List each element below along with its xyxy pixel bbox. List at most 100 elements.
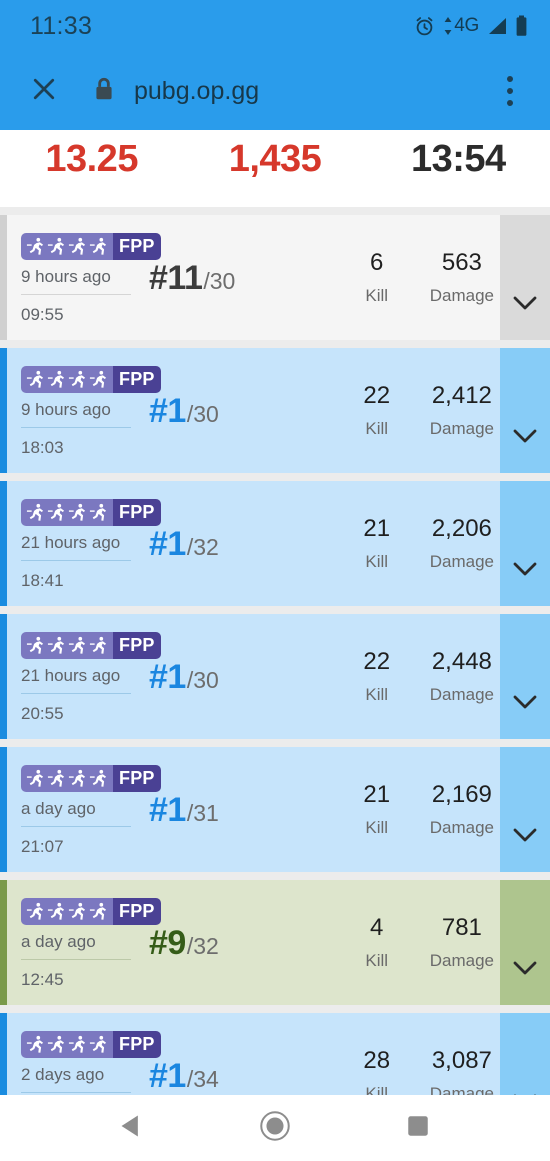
match-card[interactable]: FPP a day ago 12:45 #9/32 4 Kill 781 Damage [0,880,550,1005]
perspective-label: FPP [113,631,161,659]
battery-full-icon [515,15,528,37]
match-stats: 22 Kill 2,412 Damage [346,382,500,440]
match-list-scroll[interactable]: FPP 9 hours ago 09:55 #11/30 6 Kill 563 Damage F… [0,207,550,1095]
match-card[interactable]: FPP2 days ago22:01#1/3428Kill3,087Damage [0,1013,550,1095]
match-card[interactable]: FPP 9 hours ago 18:03 #1/30 22 Kill 2,412 Damag… [0,348,550,473]
kill-label: Kill [365,951,389,971]
expand-match-button[interactable] [500,215,550,340]
match-card-body[interactable]: FPP 9 hours ago 18:03 #1/30 22 Kill 2,412 Damag… [7,348,500,473]
match-local-time: 20:55 [21,703,64,723]
meta-divider [21,692,131,694]
expand-match-button[interactable] [500,747,550,872]
result-stripe [0,747,7,872]
damage-amount: 2,206 [431,514,492,542]
kill-stat: 22 Kill [346,648,408,706]
kill-stat: 28 Kill [346,1047,408,1095]
match-card[interactable]: FPP a day ago 21:07 #1/31 21 Kill 2,169 Damage [0,747,550,872]
game-mode-badge: FPP [21,764,161,792]
result-stripe [0,880,7,1005]
kill-count: 22 [363,381,391,409]
status-icon-group: 4G [413,15,528,38]
nav-home-button[interactable] [245,1103,305,1153]
damage-amount: 2,448 [431,647,492,675]
match-card[interactable]: FPP 21 hours ago 20:55 #1/30 22 Kill 2,448 Dama… [0,614,550,739]
damage-label: Damage [429,685,494,705]
alarm-clock-icon [413,15,436,38]
stat-damage: Damage 1,435 [183,130,366,180]
game-mode-badge: FPP [21,1030,161,1058]
kill-label: Kill [365,286,389,306]
meta-divider [21,426,131,428]
kill-label: Kill [365,419,389,439]
kill-stat: 21 Kill [346,781,408,839]
stat-value: 13:54 [410,138,506,180]
expand-match-button[interactable] [500,614,550,739]
rank-total-players: /31 [186,800,219,826]
kill-count: 22 [363,647,391,675]
recents-square-icon [405,1113,431,1144]
match-local-time: 12:45 [21,969,64,989]
rank-total-players: /30 [186,401,219,427]
site-security-indicator[interactable] [84,76,124,107]
rank-total-players: /32 [186,933,219,959]
result-stripe [0,1013,7,1095]
overflow-menu-icon[interactable] [488,69,532,113]
match-card-body[interactable]: FPP2 days ago22:01#1/3428Kill3,087Damage [7,1013,500,1095]
lock-icon [93,76,115,107]
match-local-time: 18:03 [21,437,64,457]
damage-label: Damage [429,818,494,838]
damage-stat: 2,412 Damage [430,382,494,440]
match-card[interactable]: FPP 21 hours ago 18:41 #1/32 21 Kill 2,206 Dama… [0,481,550,606]
close-icon [29,74,59,109]
expand-match-button[interactable] [500,1013,550,1095]
meta-divider [21,825,131,827]
game-mode-badge: FPP [21,365,161,393]
rank-total-players: /30 [186,667,219,693]
game-mode-badge: FPP [21,631,161,659]
match-meta: FPP2 days ago22:01 [21,1029,161,1096]
damage-stat: 2,448 Damage [430,648,494,706]
kill-label: Kill [365,685,389,705]
match-card[interactable]: FPP 9 hours ago 09:55 #11/30 6 Kill 563 Damage [0,215,550,340]
kill-label: Kill [365,818,389,838]
match-rank: #1/34 [141,1057,346,1095]
signal-bars-icon [486,16,508,36]
four-runners-icon [21,764,113,792]
match-card-body[interactable]: FPP 9 hours ago 09:55 #11/30 6 Kill 563 Damage [7,215,500,340]
match-card-body[interactable]: FPP 21 hours ago 18:41 #1/32 21 Kill 2,206 Dama… [7,481,500,606]
kill-count: 6 [370,248,384,276]
url-display[interactable]: pubg.op.gg [134,77,488,106]
rank-placement: #1 [149,525,186,563]
match-card-body[interactable]: FPP 21 hours ago 20:55 #1/30 22 Kill 2,448 Dama… [7,614,500,739]
match-card-body[interactable]: FPP a day ago 21:07 #1/31 21 Kill 2,169 Damage [7,747,500,872]
damage-stat: 3,087 Damage [430,1047,494,1095]
match-meta: FPP 21 hours ago 18:41 [21,497,161,591]
kill-label: Kill [365,1084,389,1095]
browser-toolbar: pubg.op.gg [0,52,550,130]
match-relative-time: a day ago [21,931,96,951]
kill-count: 4 [370,913,384,941]
match-relative-time: 2 days ago [21,1064,105,1084]
nav-back-button[interactable] [102,1103,162,1153]
close-button[interactable] [22,69,66,113]
damage-stat: 2,169 Damage [430,781,494,839]
match-rank: #1/30 [141,658,346,697]
damage-label: Damage [429,951,494,971]
expand-match-button[interactable] [500,348,550,473]
result-stripe [0,614,7,739]
phone-screen: 11:33 4G pubg.op.gg 13.25 1,435 13:54 FP… [0,0,550,1161]
result-stripe [0,481,7,606]
match-meta: FPP a day ago 12:45 [21,896,161,990]
match-relative-time: 21 hours ago [21,665,121,685]
meta-divider [21,293,131,295]
match-stats: 21 Kill 2,169 Damage [346,781,500,839]
kill-count: 28 [363,1046,391,1074]
expand-match-button[interactable] [500,880,550,1005]
expand-match-button[interactable] [500,481,550,606]
network-type-label: 4G [454,15,479,36]
match-meta: FPP 9 hours ago 09:55 [21,231,161,325]
four-runners-icon [21,232,113,260]
nav-recents-button[interactable] [388,1103,448,1153]
match-card-body[interactable]: FPP a day ago 12:45 #9/32 4 Kill 781 Damage [7,880,500,1005]
stat-value: 13.25 [45,138,138,180]
